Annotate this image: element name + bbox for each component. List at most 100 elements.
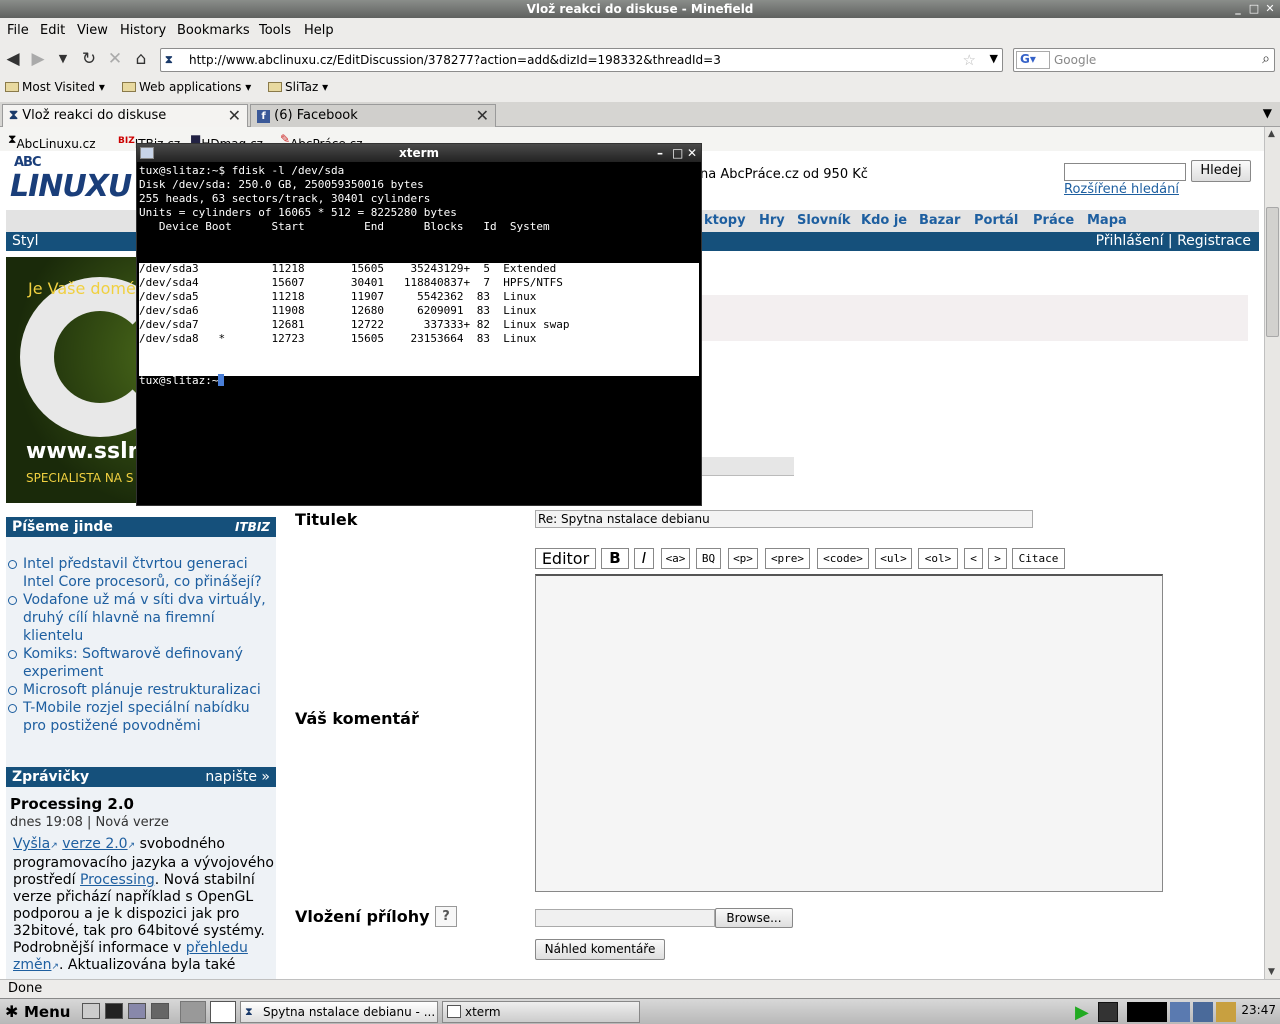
blockquote-button[interactable]: BQ: [696, 548, 721, 569]
menu-view[interactable]: View: [77, 23, 108, 38]
login-register-links[interactable]: Přihlášení | Registrace: [1096, 233, 1251, 249]
advanced-search-link[interactable]: Rozšířené hledání: [1064, 182, 1179, 197]
menu-file[interactable]: File: [7, 23, 29, 38]
news-item[interactable]: Microsoft plánuje restrukturalizaci: [6, 681, 274, 699]
search-box[interactable]: G▾ Google ⌕: [1013, 48, 1275, 72]
link-version[interactable]: verze 2.0: [62, 836, 127, 852]
minimize-icon[interactable]: _: [1231, 2, 1245, 16]
pre-button[interactable]: <pre>: [765, 548, 810, 569]
mail-tray-icon[interactable]: [1216, 1002, 1236, 1022]
site-logo[interactable]: ABC LINUXU: [8, 155, 138, 205]
forward-icon[interactable]: ▶: [27, 48, 49, 70]
nav-dictionary[interactable]: Slovník: [797, 213, 851, 228]
editor-icon[interactable]: [128, 1003, 146, 1019]
file-manager-icon[interactable]: [82, 1003, 100, 1019]
scroll-thumb[interactable]: [1266, 207, 1279, 337]
google-engine-icon[interactable]: G▾: [1016, 51, 1050, 69]
tab-discussion[interactable]: ⧗ Vlož reakci do diskuse ✕: [2, 104, 248, 127]
url-dropdown-icon[interactable]: ▼: [990, 52, 998, 65]
url-bar[interactable]: ⧗ http://www.abclinuxu.cz/EditDiscussion…: [160, 48, 1003, 72]
back-icon[interactable]: ◀: [2, 48, 24, 70]
url-text[interactable]: http://www.abclinuxu.cz/EditDiscussion/3…: [189, 53, 721, 67]
search-placeholder[interactable]: Google: [1054, 53, 1096, 67]
nav-games[interactable]: Hry: [759, 213, 785, 228]
page-scrollbar[interactable]: ▲ ▼: [1264, 127, 1280, 979]
network-icon[interactable]: [151, 1003, 169, 1019]
bookmark-web-applications[interactable]: Web applications ▾: [122, 80, 251, 94]
reload-icon[interactable]: ↻: [78, 48, 100, 70]
nav-desktops[interactable]: ktopy: [704, 213, 746, 228]
site-search-button[interactable]: Hledej: [1191, 160, 1251, 182]
play-icon[interactable]: ▶: [1075, 1002, 1095, 1023]
scroll-up-icon[interactable]: ▲: [1268, 129, 1275, 139]
editor-button[interactable]: Editor: [535, 548, 596, 569]
nav-portal[interactable]: Portál: [974, 213, 1018, 228]
news-item-title[interactable]: Processing 2.0: [10, 795, 134, 813]
terminal-output[interactable]: tux@slitaz:~$ fdisk -l /dev/sda Disk /dev…: [139, 164, 701, 504]
home-icon[interactable]: ⌂: [130, 48, 152, 70]
news-item[interactable]: Komiks: Softwarově definovaný experiment: [6, 645, 274, 681]
xterm-window[interactable]: xterm – □ ✕ tux@slitaz:~$ fdisk -l /dev/…: [136, 143, 702, 506]
menu-bookmarks[interactable]: Bookmarks: [177, 23, 250, 38]
menu-tools[interactable]: Tools: [259, 23, 291, 38]
menu-help[interactable]: Help: [304, 23, 334, 38]
lt-button[interactable]: <: [964, 548, 983, 569]
nav-bazaar[interactable]: Bazar: [919, 213, 960, 228]
network-tray-icon[interactable]: [1170, 1002, 1190, 1022]
comment-textarea[interactable]: [535, 574, 1163, 892]
task-browser[interactable]: ⧗ Spytna nstalace debianu - ...: [240, 1001, 438, 1023]
start-menu-button[interactable]: ✱ Menu: [2, 1001, 74, 1023]
paragraph-button[interactable]: <p>: [728, 548, 758, 569]
promo-text[interactable]: na AbcPráce.cz od 950 Kč: [700, 167, 868, 182]
site-link-abclinuxu[interactable]: ⧗ AbcLinuxu.cz: [8, 132, 96, 151]
display-tray-icon[interactable]: [1193, 1002, 1213, 1022]
history-dropdown-icon[interactable]: ▼: [52, 48, 74, 70]
close-icon[interactable]: ✕: [687, 145, 697, 161]
menu-edit[interactable]: Edit: [40, 23, 65, 38]
site-link-itbiz[interactable]: BIZ ITBiz.cz: [118, 132, 180, 151]
link-processing[interactable]: Processing: [80, 872, 155, 888]
scroll-down-icon[interactable]: ▼: [1268, 967, 1275, 977]
tab-facebook[interactable]: f (6) Facebook ✕: [250, 104, 496, 127]
code-button[interactable]: <code>: [817, 548, 869, 569]
bookmark-slitaz[interactable]: SliTaz ▾: [268, 80, 328, 94]
news-item[interactable]: T-Mobile rozjel speciální nabídku pro po…: [6, 699, 274, 735]
news-item[interactable]: Vodafone už má v síti dva virtuály, druh…: [6, 591, 274, 645]
bold-button[interactable]: B: [601, 548, 629, 569]
bookmark-most-visited[interactable]: Most Visited ▾: [5, 80, 105, 94]
title-input[interactable]: Re: Spytna nstalace debianu: [535, 510, 1033, 528]
close-tab-icon[interactable]: ✕: [476, 106, 489, 125]
maximize-icon[interactable]: □: [1247, 2, 1261, 16]
site-search-input[interactable]: [1064, 163, 1186, 181]
stop-icon[interactable]: ✕: [104, 48, 126, 70]
maximize-icon[interactable]: □: [672, 145, 683, 161]
browse-button[interactable]: Browse...: [715, 908, 793, 928]
link-tag-button[interactable]: <a>: [661, 548, 690, 569]
nav-who-is[interactable]: Kdo je: [861, 213, 907, 228]
menu-history[interactable]: History: [120, 23, 166, 38]
itbiz-badge[interactable]: ITBIZ: [235, 517, 270, 537]
task-xterm[interactable]: xterm: [442, 1001, 640, 1023]
write-news-link[interactable]: napište »: [205, 767, 270, 787]
link-released[interactable]: Vyšla: [13, 836, 50, 852]
ul-button[interactable]: <ul>: [875, 548, 912, 569]
news-item[interactable]: Intel představil čtvrtou generaci Intel …: [6, 555, 274, 591]
quote-button[interactable]: Citace: [1012, 548, 1065, 569]
close-icon[interactable]: ✕: [1263, 2, 1277, 16]
preview-button[interactable]: Náhled komentáře: [535, 939, 665, 960]
italic-button[interactable]: I: [634, 548, 654, 569]
show-desktop-icon[interactable]: [180, 1001, 206, 1023]
terminal-icon[interactable]: [105, 1003, 123, 1019]
file-input[interactable]: [535, 909, 715, 927]
help-button[interactable]: ?: [435, 906, 457, 927]
bookmark-star-icon[interactable]: ☆: [963, 51, 976, 69]
close-tab-icon[interactable]: ✕: [228, 106, 241, 125]
nav-jobs[interactable]: Práce: [1033, 213, 1074, 228]
minimize-icon[interactable]: –: [657, 145, 663, 161]
nav-map[interactable]: Mapa: [1087, 213, 1127, 228]
monitor-icon[interactable]: [1098, 1002, 1118, 1022]
tab-list-icon[interactable]: ▼: [1263, 106, 1272, 120]
ol-button[interactable]: <ol>: [918, 548, 958, 569]
xterm-titlebar[interactable]: xterm – □ ✕: [137, 144, 701, 162]
style-link[interactable]: Styl: [12, 233, 39, 249]
